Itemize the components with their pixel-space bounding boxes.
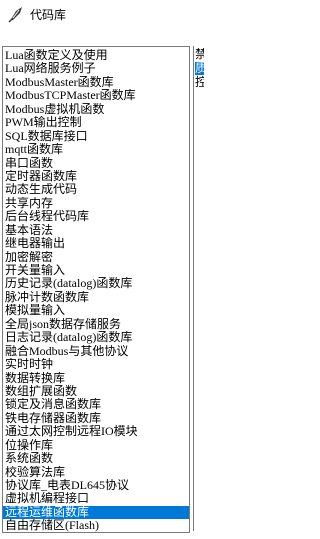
right-panel-text-3: 控 [195,76,204,89]
list-item[interactable]: SQL数据库接口 [3,130,189,143]
list-item[interactable]: 基本语法 [3,224,189,237]
list-item[interactable]: 通过太网控制远程IO模块 [3,425,189,438]
list-items: Lua函数定义及使用 Lua网络服务例子 ModbusMaster函数库 Modbus… [3,49,189,532]
list-item[interactable]: 协议库_电表DL645协议 [3,479,189,492]
right-panel-text-1: 禁 [195,48,204,61]
right-panel[interactable]: 禁 质 控 [193,46,204,531]
list-item[interactable]: 脉冲计数函数库 [3,291,189,304]
list-item[interactable]: 开关量输入 [3,264,189,277]
list-item[interactable]: 自由存储区(Flash) [3,519,189,532]
list-item[interactable]: 全局json数据存储服务 [3,318,189,331]
list-item[interactable]: 数据转换库 [3,372,189,385]
feather-pen-icon [8,7,22,23]
list-item[interactable]: ModbusMaster函数库 [3,76,189,89]
list-item[interactable]: 校验算法库 [3,466,189,479]
list-item[interactable]: 日志记录(datalog)函数库 [3,331,189,344]
list-item[interactable]: 串口函数 [3,157,189,170]
list-item[interactable]: 数组扩展函数 [3,385,189,398]
list-item[interactable]: 模拟量输入 [3,304,189,317]
list-item[interactable]: 虚拟机编程接口 [3,492,189,505]
list-item[interactable]: Modbus虚拟机函数 [3,103,189,116]
code-library-list[interactable]: Lua函数定义及使用 Lua网络服务例子 ModbusMaster函数库 Modbus… [2,46,190,533]
list-item[interactable]: ModbusTCPMaster函数库 [3,89,189,102]
list-item[interactable]: 加密解密 [3,251,189,264]
list-item[interactable]: 实时时钟 [3,358,189,371]
list-item[interactable]: mqtt函数库 [3,143,189,156]
list-item[interactable]: 远程运维函数库 [3,505,189,520]
list-item[interactable]: 系统函数 [3,452,189,465]
list-item[interactable]: 后台线程代码库 [3,210,189,223]
list-item[interactable]: Lua函数定义及使用 [3,49,189,62]
list-item[interactable]: 锁定及消息函数库 [3,398,189,411]
list-item[interactable]: 融合Modbus与其他协议 [3,345,189,358]
list-item[interactable]: 动态生成代码 [3,183,189,196]
list-item[interactable]: 历史记录(datalog)函数库 [3,277,189,290]
title-bar: 代码库 [0,0,203,32]
list-item[interactable]: PWM输出控制 [3,116,189,129]
list-item[interactable]: 继电器输出 [3,237,189,250]
list-item[interactable]: 位操作库 [3,439,189,452]
window-title: 代码库 [30,8,67,22]
list-item[interactable]: Lua网络服务例子 [3,62,189,75]
right-panel-text-2: 质 [195,62,204,75]
list-item[interactable]: 共享内存 [3,197,189,210]
list-item[interactable]: 铁电存储器函数库 [3,412,189,425]
list-item[interactable]: 定时器函数库 [3,170,189,183]
